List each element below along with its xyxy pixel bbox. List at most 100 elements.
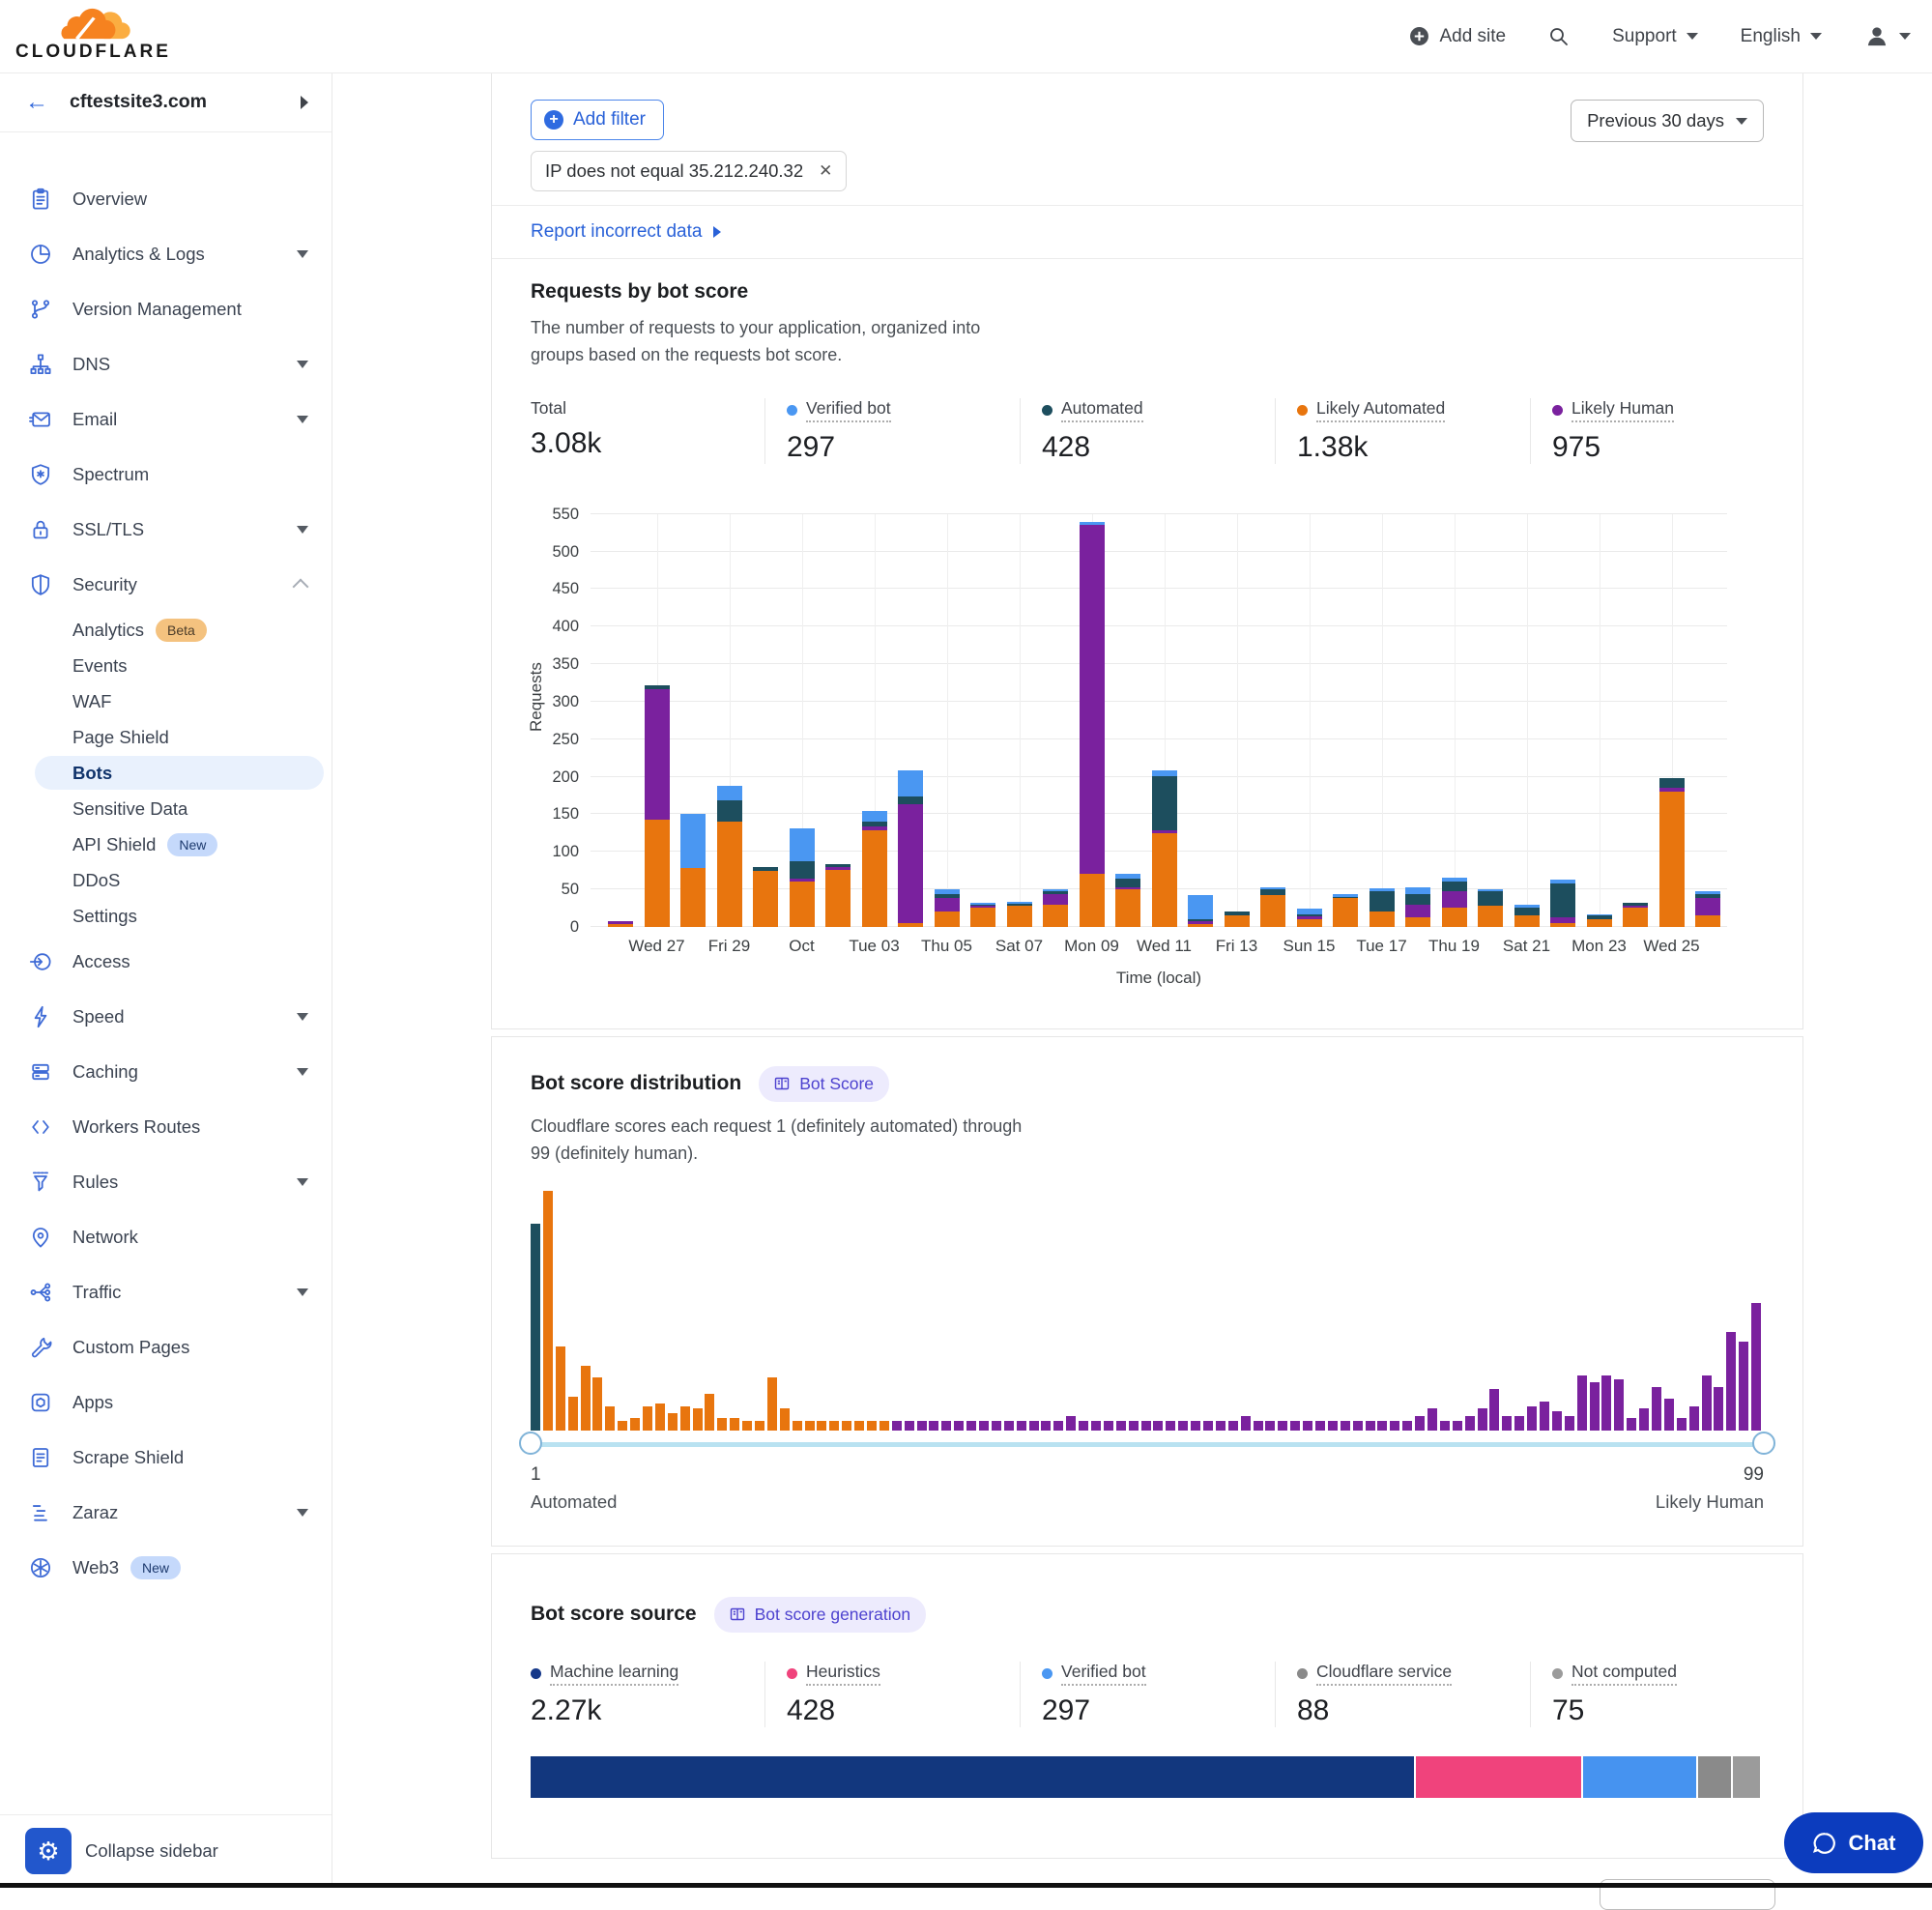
stat-label[interactable]: Likely Human	[1572, 398, 1674, 422]
back-arrow-icon[interactable]: ←	[25, 89, 48, 116]
sidebar-item-email[interactable]: Email	[0, 391, 332, 447]
stat-label[interactable]: Likely Automated	[1316, 398, 1445, 422]
hist-bar-score-5	[581, 1366, 591, 1431]
sidebar-item-speed[interactable]: Speed	[0, 989, 332, 1044]
close-icon[interactable]: ✕	[819, 161, 832, 181]
bar-segment-automated	[1007, 904, 1032, 906]
slider-handle-min[interactable]	[519, 1432, 542, 1455]
sidebar-item-ddos[interactable]: DDoS	[0, 862, 332, 898]
hist-bar-score-54	[1191, 1421, 1200, 1431]
collapse-sidebar-button[interactable]: Collapse sidebar	[85, 1840, 218, 1862]
language-menu[interactable]: English	[1741, 26, 1822, 47]
hist-bar-score-10	[643, 1406, 652, 1431]
add-site-button[interactable]: Add site	[1409, 26, 1506, 47]
sidebar-item-analytics-logs[interactable]: Analytics & Logs	[0, 226, 332, 281]
stat-label[interactable]: Machine learning	[550, 1662, 678, 1686]
sidebar-item-dns[interactable]: DNS	[0, 336, 332, 391]
sidebar-item-label: Workers Routes	[72, 1116, 200, 1138]
score-range-slider[interactable]	[531, 1432, 1764, 1459]
hist-bar-score-53	[1178, 1421, 1188, 1431]
chat-bubble-icon	[1812, 1831, 1837, 1856]
x-tick-label: Wed 27	[628, 937, 684, 956]
support-menu[interactable]: Support	[1612, 26, 1698, 47]
bar-segment-likely-automated	[1442, 908, 1467, 926]
sidebar-item-rules[interactable]: Rules	[0, 1154, 332, 1209]
chevron-right-icon[interactable]	[301, 96, 308, 109]
bar-segment-automated	[1260, 889, 1285, 895]
hist-bar-score-35	[954, 1421, 964, 1431]
bot-score-doc-badge[interactable]: Bot Score	[759, 1066, 889, 1102]
slider-track[interactable]	[531, 1442, 1764, 1447]
hist-bar-score-85	[1577, 1375, 1587, 1431]
cloudflare-logo[interactable]: CLOUDFLARE	[15, 4, 170, 61]
sidebar-item-api-shield[interactable]: API ShieldNew	[0, 826, 332, 862]
sidebar-item-web3[interactable]: Web3New	[0, 1540, 332, 1595]
sidebar-item-workers-routes[interactable]: Workers Routes	[0, 1099, 332, 1154]
hist-bar-score-95	[1702, 1375, 1712, 1431]
bar-segment-likely-human	[1405, 905, 1430, 918]
search-button[interactable]	[1548, 26, 1570, 47]
sidebar-item-security-analytics[interactable]: AnalyticsBeta	[0, 612, 332, 648]
chat-button[interactable]: Chat	[1784, 1812, 1923, 1873]
sidebar-item-label: Spectrum	[72, 464, 149, 485]
stat-label[interactable]: Automated	[1061, 398, 1143, 422]
sidebar-item-settings[interactable]: Settings	[0, 898, 332, 934]
add-filter-button[interactable]: + Add filter	[531, 100, 664, 140]
bar-segment-automated	[753, 867, 778, 870]
section-description: Cloudflare scores each request 1 (defini…	[531, 1114, 1033, 1168]
chevron-down-icon	[297, 1178, 308, 1186]
sidebar-item-caching[interactable]: Caching	[0, 1044, 332, 1099]
x-tick-label: Oct	[789, 937, 814, 956]
sidebar-item-apps[interactable]: Apps	[0, 1375, 332, 1430]
sidebar-item-bots[interactable]: Bots	[0, 755, 332, 791]
tree-icon	[29, 353, 52, 376]
sidebar-item-events[interactable]: Events	[0, 648, 332, 683]
bot-score-generation-doc-badge[interactable]: Bot score generation	[714, 1597, 927, 1633]
stat-label[interactable]: Not computed	[1572, 1662, 1677, 1686]
stat-label[interactable]: Verified bot	[806, 398, 891, 422]
bar-segment-automated	[1550, 883, 1575, 918]
sidebar-item-waf[interactable]: WAF	[0, 683, 332, 719]
stat-label[interactable]: Cloudflare service	[1316, 1662, 1452, 1686]
source-segment-heuristics	[1414, 1756, 1580, 1798]
sidebar-item-custom-pages[interactable]: Custom Pages	[0, 1319, 332, 1375]
sidebar-item-scrape-shield[interactable]: Scrape Shield	[0, 1430, 332, 1485]
stat-value: 1.38k	[1297, 431, 1542, 464]
site-name[interactable]: cftestsite3.com	[70, 91, 207, 113]
hist-bar-score-96	[1714, 1387, 1723, 1431]
sidebar-item-version-management[interactable]: Version Management	[0, 281, 332, 336]
sidebar-item-ssl-tls[interactable]: SSL/TLS	[0, 502, 332, 557]
x-tick-label: Fri 29	[708, 937, 750, 956]
sidebar-item-label: Email	[72, 409, 117, 430]
sidebar-item-sensitive-data[interactable]: Sensitive Data	[0, 791, 332, 826]
stat-label[interactable]: Verified bot	[1061, 1662, 1146, 1686]
hist-bar-score-47	[1104, 1421, 1113, 1431]
sidebar-item-zaraz[interactable]: Zaraz	[0, 1485, 332, 1540]
bar-segment-likely-automated	[1550, 923, 1575, 927]
sidebar-item-spectrum[interactable]: Spectrum	[0, 447, 332, 502]
sidebar-item-security[interactable]: Security	[0, 557, 332, 612]
chat-label: Chat	[1849, 1831, 1896, 1856]
slider-handle-max[interactable]	[1752, 1432, 1775, 1455]
sidebar-item-label: Scrape Shield	[72, 1447, 184, 1468]
sidebar-item-access[interactable]: Access	[0, 934, 332, 989]
filter-chip[interactable]: IP does not equal 35.212.240.32 ✕	[531, 151, 847, 191]
hist-bar-score-99	[1751, 1303, 1761, 1430]
quick-settings-button[interactable]: ⚙	[25, 1828, 72, 1874]
sidebar-item-label: DDoS	[72, 870, 120, 891]
bar-segment-automated	[1297, 914, 1322, 916]
report-incorrect-data-link[interactable]: Report incorrect data	[531, 221, 721, 243]
hist-bar-score-14	[693, 1408, 703, 1430]
hist-bar-score-26	[842, 1421, 851, 1431]
hist-bar-score-65	[1328, 1421, 1338, 1431]
hist-bar-score-91	[1652, 1387, 1661, 1431]
stat-label[interactable]: Heuristics	[806, 1662, 880, 1686]
document-icon	[29, 1446, 52, 1469]
sidebar-item-traffic[interactable]: Traffic	[0, 1264, 332, 1319]
sidebar-item-network[interactable]: Network	[0, 1209, 332, 1264]
sidebar-item-overview[interactable]: Overview	[0, 171, 332, 226]
shield-star-icon	[29, 463, 52, 486]
sidebar-item-page-shield[interactable]: Page Shield	[0, 719, 332, 755]
account-menu[interactable]	[1864, 24, 1911, 49]
date-range-dropdown[interactable]: Previous 30 days	[1571, 100, 1764, 142]
